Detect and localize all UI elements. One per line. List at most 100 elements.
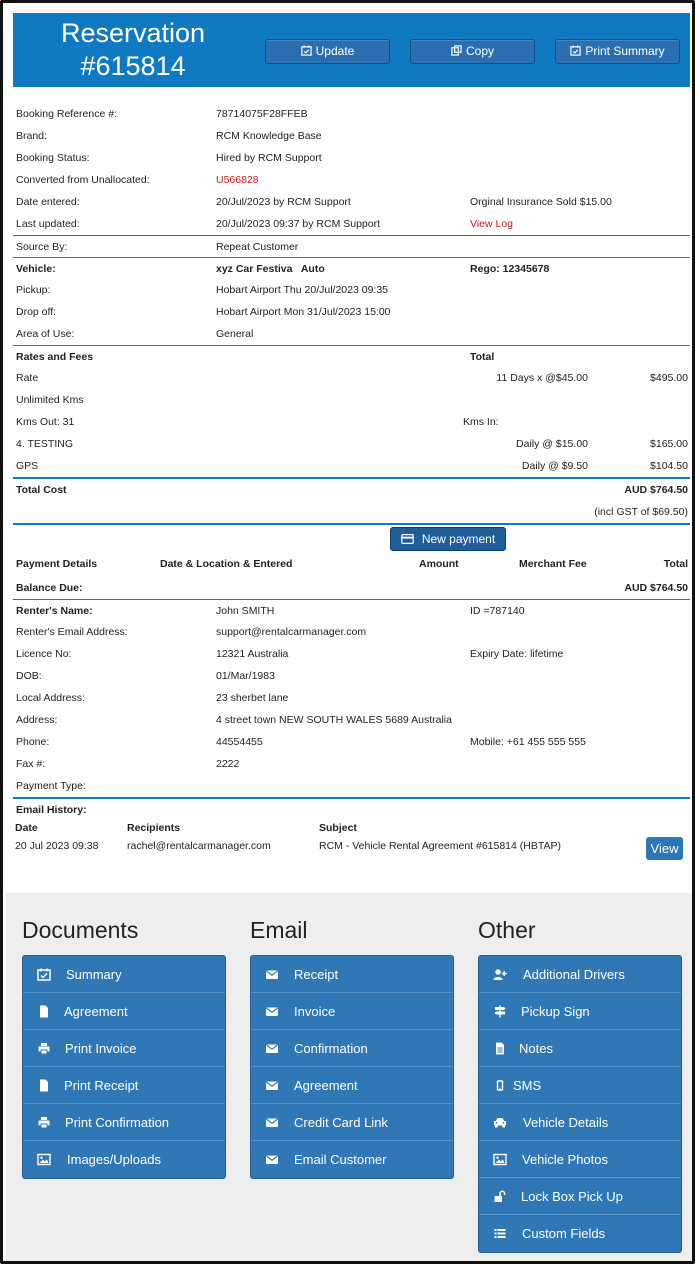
other-item-additional-drivers[interactable]: Additional Drivers <box>479 956 681 993</box>
documents-item-agreement[interactable]: Agreement <box>23 993 225 1030</box>
envelope-icon <box>266 1007 278 1016</box>
renter-name-value: John SMITH <box>216 605 275 617</box>
rates-header-row: Rates and Fees Total <box>13 345 690 367</box>
note-icon <box>496 1042 504 1055</box>
vehicle-name: xyz Car Festiva Auto <box>216 263 325 275</box>
reservation-header: Reservation #615814 Update Copy Print Su… <box>13 13 690 87</box>
mobile-icon <box>496 1080 504 1091</box>
file-icon <box>40 1005 48 1018</box>
payment-type-row: Payment Type: <box>16 780 86 792</box>
user-plus-icon <box>493 969 507 980</box>
update-button[interactable]: Update <box>265 39 390 64</box>
view-log-link[interactable]: View Log <box>470 213 513 235</box>
new-payment-button[interactable]: New payment <box>390 527 506 551</box>
envelope-icon <box>266 1155 278 1164</box>
licence-row: Licence No: 12321 Australia Expiry Date:… <box>16 648 564 660</box>
email-item-email-customer[interactable]: Email Customer <box>251 1141 453 1178</box>
vehicle-row: Vehicle: xyz Car Festiva Auto Rego: 1234… <box>13 257 690 279</box>
email-item-confirmation[interactable]: Confirmation <box>251 1030 453 1067</box>
email-history-row: 20 Jul 2023 09:38 rachel@rentalcarmanage… <box>13 837 690 863</box>
other-item-sms[interactable]: SMS <box>479 1067 681 1104</box>
documents-item-print-confirmation[interactable]: Print Confirmation <box>23 1104 225 1141</box>
documents-item-images-uploads[interactable]: Images/Uploads <box>23 1141 225 1178</box>
email-history-title-row: Email History: <box>13 797 690 819</box>
printer-icon <box>38 1043 50 1055</box>
booking-status-value: Hired by RCM Support <box>216 152 322 164</box>
booking-status-row: Booking Status: Hired by RCM Support <box>13 147 690 169</box>
new-payment-row: New payment <box>13 523 690 551</box>
rate-row: Rate 11 Days x @$45.00 $495.00 <box>16 372 688 384</box>
calendar-check-icon <box>570 45 581 56</box>
documents-item-print-receipt[interactable]: Print Receipt <box>23 1067 225 1104</box>
email-item-credit-card-link[interactable]: Credit Card Link <box>251 1104 453 1141</box>
address-row: Address: 4 street town NEW SOUTH WALES 5… <box>16 714 452 726</box>
documents-item-print-invoice[interactable]: Print Invoice <box>23 1030 225 1067</box>
kms-row: Kms Out: 31 Kms In: <box>16 416 499 428</box>
email-history-header-row: Date Recipients Subject <box>15 822 357 834</box>
email-item-invoice[interactable]: Invoice <box>251 993 453 1030</box>
converted-link[interactable]: U566828 <box>216 169 259 191</box>
email-item-receipt[interactable]: Receipt <box>251 956 453 993</box>
balance-due-value: AUD $764.50 <box>624 582 688 594</box>
testing-fee-row: 4. TESTING Daily @ $15.00 $165.00 <box>16 438 688 450</box>
envelope-icon <box>266 1044 278 1053</box>
balance-due-row: Balance Due: AUD $764.50 <box>13 577 690 599</box>
other-item-lock-box-pick-up[interactable]: Lock Box Pick Up <box>479 1178 681 1215</box>
other-item-notes[interactable]: Notes <box>479 1030 681 1067</box>
booking-ref-row: Booking Reference #: 78714075F28FFEB <box>13 103 690 125</box>
view-email-button[interactable]: View <box>646 837 683 860</box>
other-title: Other <box>478 917 536 943</box>
credit-card-icon <box>400 534 414 544</box>
file-icon <box>40 1079 48 1092</box>
renter-email-row: Renter's Email Address: support@rentalca… <box>16 626 367 638</box>
source-row: Source By: Repeat Customer <box>13 235 690 257</box>
documents-panel: Summary Agreement Print Invoice Print Re… <box>22 955 226 1179</box>
car-icon <box>494 1118 506 1128</box>
print-summary-button[interactable]: Print Summary <box>555 39 680 64</box>
email-title: Email <box>250 917 308 943</box>
action-panels: Documents Summary Agreement Print Invoic… <box>6 893 692 1261</box>
envelope-icon <box>266 1081 278 1090</box>
copy-button[interactable]: Copy <box>410 39 535 64</box>
other-panel: Additional Drivers Pickup Sign Notes SMS… <box>478 955 682 1253</box>
pickup-row: Pickup: Hobart Airport Thu 20/Jul/2023 0… <box>16 284 389 296</box>
email-panel: Receipt Invoice Confirmation Agreement C… <box>250 955 454 1179</box>
last-updated-row: Last updated: 20/Jul/2023 09:37 by RCM S… <box>13 213 690 235</box>
date-entered-row: Date entered: 20/Jul/2023 by RCM Support… <box>13 191 690 213</box>
booking-ref-value: 78714075F28FFEB <box>216 108 308 120</box>
dropoff-row: Drop off: Hobart Airport Mon 31/Jul/2023… <box>16 306 391 318</box>
envelope-icon <box>266 970 278 979</box>
calendar-check-icon <box>300 45 312 56</box>
insurance-text: Orginal Insurance Sold $15.00 <box>470 196 612 208</box>
signpost-icon <box>494 1005 506 1018</box>
documents-title: Documents <box>22 917 139 943</box>
reservation-window: Reservation #615814 Update Copy Print Su… <box>0 0 695 1264</box>
fax-row: Fax #: 2222 <box>16 758 240 770</box>
gps-fee-row: GPS Daily @ $9.50 $104.50 <box>16 460 688 472</box>
local-address-row: Local Address: 23 sherbet lane <box>16 692 289 704</box>
brand-row: Brand: RCM Knowledge Base <box>16 130 322 142</box>
other-item-vehicle-details[interactable]: Vehicle Details <box>479 1104 681 1141</box>
image-icon <box>493 1153 507 1166</box>
documents-item-summary[interactable]: Summary <box>23 956 225 993</box>
converted-row: Converted from Unallocated: U566828 <box>13 169 690 191</box>
reservation-details: Booking Reference #: 78714075F28FFEB Bra… <box>13 103 690 863</box>
calendar-check-icon <box>37 968 51 981</box>
envelope-icon <box>266 1118 278 1127</box>
dob-row: DOB: 01/Mar/1983 <box>16 670 275 682</box>
page-title: Reservation #615814 <box>60 18 206 81</box>
printer-icon <box>38 1117 50 1129</box>
total-cost-value: AUD $764.50 <box>624 484 688 496</box>
other-item-vehicle-photos[interactable]: Vehicle Photos <box>479 1141 681 1178</box>
total-cost-row: Total Cost AUD $764.50 <box>13 477 690 501</box>
gst-row: (incl GST of $69.50) <box>594 506 688 518</box>
other-item-custom-fields[interactable]: Custom Fields <box>479 1215 681 1252</box>
list-icon <box>494 1229 506 1238</box>
rego-value: Rego: 12345678 <box>470 263 550 275</box>
other-item-pickup-sign[interactable]: Pickup Sign <box>479 993 681 1030</box>
renter-name-row: Renter's Name: John SMITH ID =787140 <box>13 599 690 621</box>
area-row: Area of Use: General <box>16 328 254 340</box>
email-item-agreement[interactable]: Agreement <box>251 1067 453 1104</box>
payment-header-row: Payment Details Date & Location & Entere… <box>16 558 688 570</box>
unlimited-kms-row: Unlimited Kms <box>16 394 84 406</box>
